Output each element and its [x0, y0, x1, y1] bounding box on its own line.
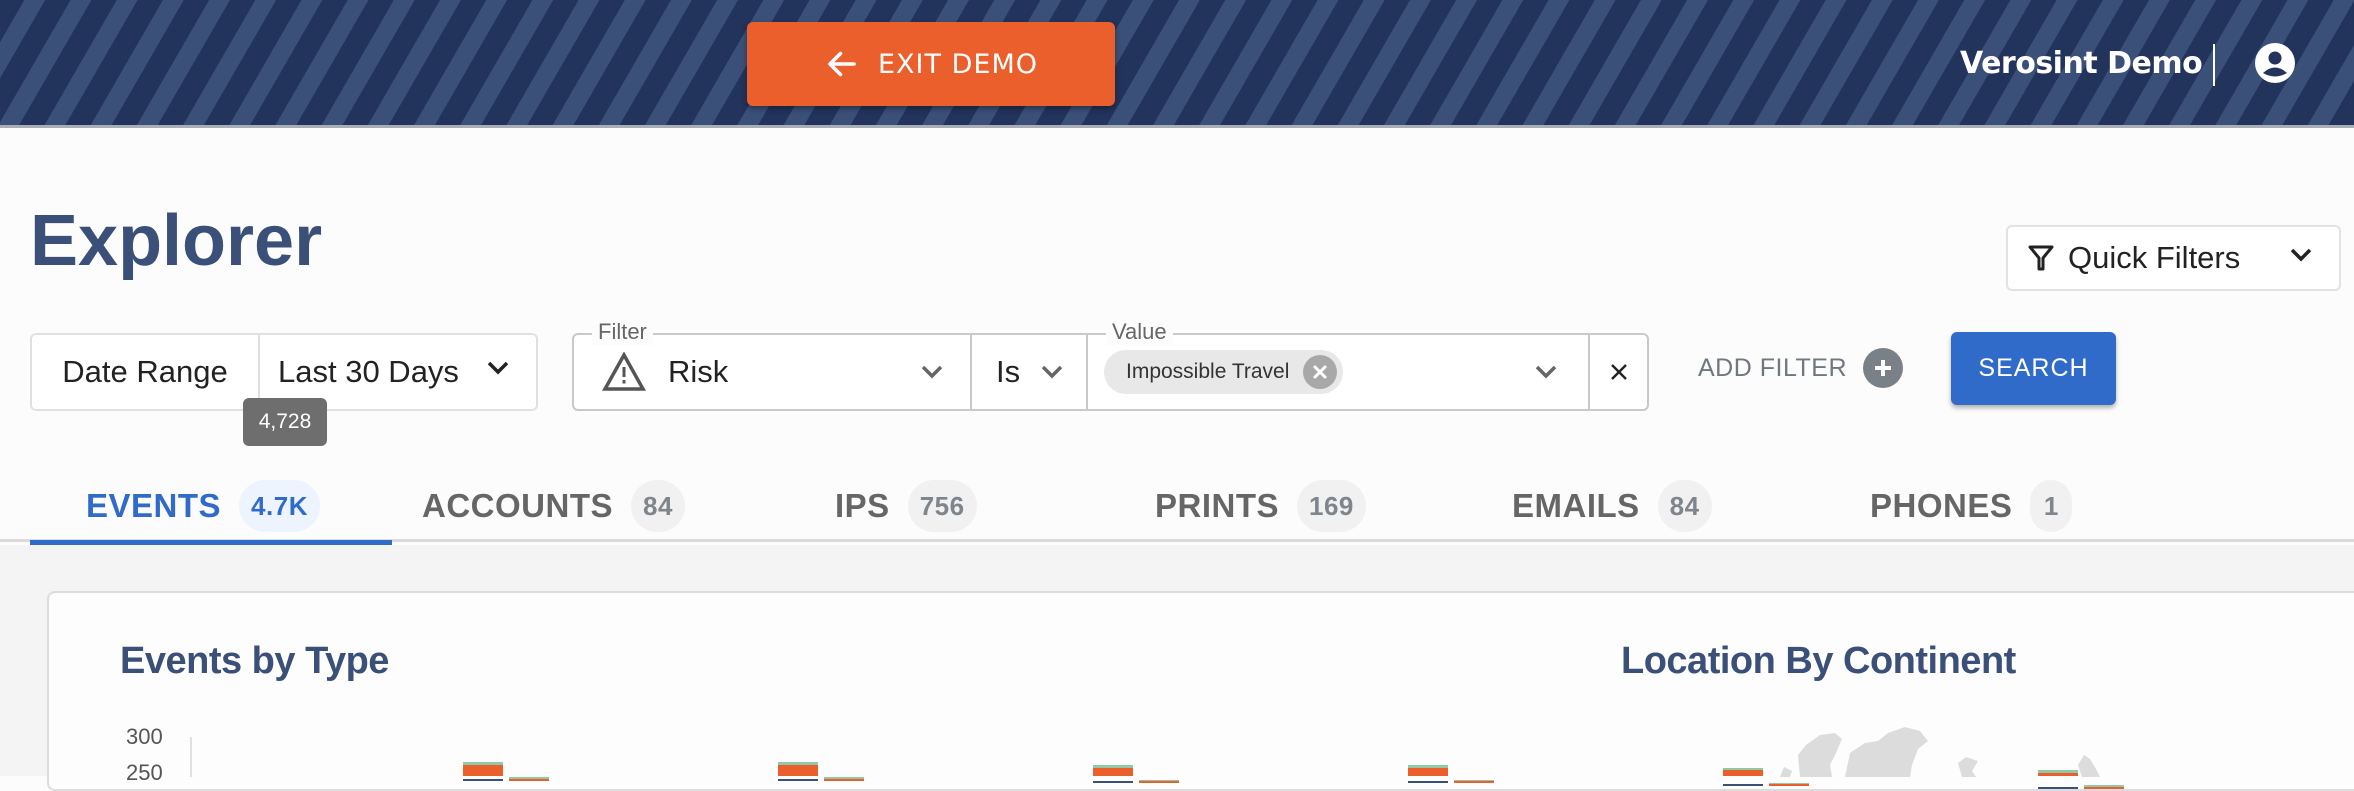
demo-banner: EXIT DEMO Verosint Demo: [0, 0, 2354, 128]
quick-filters-label: Quick Filters: [2068, 240, 2241, 275]
chevron-down-icon: [487, 361, 509, 375]
date-range-label: Date Range: [32, 335, 260, 409]
exit-demo-button[interactable]: EXIT DEMO: [747, 22, 1115, 106]
tab-ips[interactable]: IPS 756: [835, 470, 977, 542]
count-tooltip: 4,728: [243, 398, 327, 446]
tab-events[interactable]: EVENTS 4.7K: [30, 470, 392, 545]
bar-segment: [824, 778, 864, 781]
world-map: [1780, 727, 2100, 777]
y-tick-label: 250: [126, 760, 163, 785]
exit-demo-label: EXIT DEMO: [878, 48, 1038, 80]
bar-segment: [2084, 786, 2124, 789]
bar-segment: [463, 765, 503, 776]
filter-field-dropdown[interactable]: Risk: [574, 335, 972, 409]
bar-segment: [778, 778, 818, 781]
location-by-continent-title: Location By Continent: [1621, 640, 2016, 682]
tab-accounts[interactable]: ACCOUNTS 84: [422, 470, 685, 542]
organization-name: Verosint Demo: [1960, 46, 2203, 81]
tab-count-badge: 4.7K: [239, 480, 320, 532]
chevron-down-icon: [2290, 248, 2312, 262]
tab-prints[interactable]: PRINTS 169: [1155, 470, 1366, 542]
bar-segment: [2038, 786, 2078, 789]
plus-circle-icon: [1863, 348, 1903, 388]
close-icon: [1313, 365, 1327, 379]
tab-count-badge: 756: [907, 480, 977, 532]
bar-segment: [1093, 781, 1133, 784]
bar-segment: [1408, 781, 1448, 784]
map-landmass: [1845, 727, 1928, 777]
funnel-icon: [2028, 245, 2054, 271]
tab-count-badge: 1: [2030, 480, 2073, 532]
entity-tabs: EVENTS 4.7K ACCOUNTS 84 IPS 756 PRINTS 1…: [0, 470, 2354, 545]
add-filter-button[interactable]: ADD FILTER: [1698, 348, 1903, 388]
warning-triangle-icon: [602, 352, 646, 391]
map-landmass: [2078, 755, 2100, 777]
chip-label: Impossible Travel: [1126, 360, 1290, 383]
value-dropdown[interactable]: Impossible Travel: [1088, 335, 1590, 409]
bar-segment: [778, 765, 818, 776]
bar-segment: [1723, 783, 1763, 786]
arrow-left-icon: [828, 51, 856, 77]
quick-filters-dropdown[interactable]: Quick Filters: [2006, 225, 2341, 291]
tab-label: PRINTS: [1155, 487, 1280, 524]
filter-field-value: Risk: [668, 354, 729, 389]
tab-label: EMAILS: [1512, 487, 1640, 524]
bar-segment: [1454, 781, 1494, 784]
clear-filter-button[interactable]: [1590, 335, 1647, 409]
tab-label: ACCOUNTS: [422, 487, 613, 524]
chevron-down-icon: [1041, 365, 1063, 379]
tab-count-badge: 84: [1657, 480, 1712, 532]
account-circle-icon[interactable]: [2254, 42, 2296, 84]
bar-segment: [463, 778, 503, 781]
date-range-value: Last 30 Days: [278, 354, 459, 389]
chevron-down-icon: [921, 365, 943, 379]
tab-label: PHONES: [1870, 487, 2013, 524]
map-landmass: [1958, 757, 1978, 777]
bar-segment: [1408, 767, 1448, 776]
bar-segment: [1769, 783, 1809, 786]
y-tick-label: 300: [126, 724, 163, 749]
tab-label: IPS: [835, 487, 890, 524]
map-landmass: [1798, 733, 1842, 777]
operator-dropdown[interactable]: Is: [972, 335, 1088, 409]
tab-count-badge: 84: [631, 480, 685, 532]
filter-row: Filter Value Risk Is Impossible Travel: [572, 319, 1649, 411]
add-filter-label: ADD FILTER: [1698, 353, 1847, 382]
tab-label: EVENTS: [86, 487, 222, 524]
tab-emails[interactable]: EMAILS 84: [1512, 470, 1712, 542]
chip-remove-button[interactable]: [1303, 355, 1338, 389]
header-divider: [2213, 44, 2215, 86]
y-axis-line: [190, 737, 192, 777]
events-by-type-title: Events by Type: [120, 640, 389, 682]
bar-segment: [1139, 781, 1179, 784]
bar-segment: [1093, 767, 1133, 776]
operator-value: Is: [996, 354, 1021, 389]
tab-phones[interactable]: PHONES 1: [1870, 470, 2073, 542]
value-chip: Impossible Travel: [1104, 350, 1344, 394]
close-icon: [1610, 364, 1627, 380]
chevron-down-icon: [1535, 365, 1557, 379]
search-button[interactable]: SEARCH: [1951, 332, 2116, 405]
page-title: Explorer: [30, 201, 323, 281]
tab-count-badge: 169: [1297, 480, 1366, 532]
bar-segment: [509, 778, 549, 781]
